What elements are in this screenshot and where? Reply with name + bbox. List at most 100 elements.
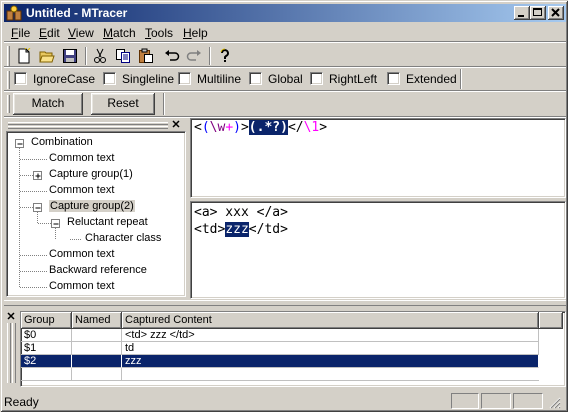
- about-button[interactable]: [214, 45, 236, 67]
- regex-token: <: [194, 120, 202, 135]
- reset-button[interactable]: Reset: [91, 93, 155, 115]
- singleline-checkbox[interactable]: [103, 72, 116, 85]
- rightleft-checkbox[interactable]: [310, 72, 323, 85]
- regex-token: >: [240, 120, 249, 135]
- tree-node-label[interactable]: Capture group(2): [49, 200, 135, 212]
- actions-toolbar-grip[interactable]: [7, 95, 10, 113]
- table-row[interactable]: $2 zzz: [21, 355, 539, 368]
- tree-node-label[interactable]: Capture group(1): [49, 168, 133, 180]
- open-button[interactable]: [36, 45, 58, 67]
- tree-collapse-toggle[interactable]: [15, 139, 24, 148]
- tree-node-label[interactable]: Combination: [31, 136, 93, 148]
- cell-content: td: [122, 342, 539, 355]
- multiline-label: Multiline: [197, 72, 242, 86]
- maximize-button[interactable]: [530, 6, 546, 20]
- regex-token: </: [287, 120, 304, 135]
- column-group-header[interactable]: Group: [21, 312, 72, 329]
- tree-node-label[interactable]: Character class: [85, 232, 161, 244]
- cell-group: $2: [21, 355, 72, 368]
- menu-edit[interactable]: Edit: [39, 26, 60, 40]
- menu-file-label: ile: [18, 26, 31, 40]
- cell-group: $1: [21, 342, 72, 355]
- table-row[interactable]: $1 td: [21, 342, 539, 355]
- input-line-2-after: </td>: [248, 222, 288, 237]
- redo-button[interactable]: [183, 45, 205, 67]
- menu-bar: File Edit View Match Tools Help: [4, 23, 566, 42]
- minimize-button[interactable]: [514, 6, 530, 20]
- title-bar[interactable]: Untitled - MTracer: [4, 4, 566, 22]
- extended-checkbox[interactable]: [387, 72, 400, 85]
- toolbar-grip[interactable]: [7, 46, 10, 66]
- cut-button[interactable]: [89, 45, 111, 67]
- tree-pane-grip[interactable]: [8, 122, 168, 125]
- status-text: Ready: [4, 395, 39, 409]
- input-line-2: <td>zzz</td>: [194, 221, 288, 238]
- global-label: Global: [268, 72, 303, 86]
- tree-node-label[interactable]: Common text: [49, 152, 114, 164]
- paste-button[interactable]: [135, 45, 157, 67]
- tree-pane-grip-2[interactable]: [8, 126, 168, 129]
- close-icon: [551, 8, 560, 17]
- application-window: Untitled - MTracer File Edit View Match …: [0, 0, 568, 412]
- tree-pane-header[interactable]: [6, 119, 186, 131]
- regex-editor[interactable]: <(\w+)>(.*?)</\1>: [190, 118, 566, 198]
- table-row[interactable]: $0 <td> zzz </td>: [21, 329, 539, 342]
- regex-selected-token: (.*?): [248, 120, 288, 135]
- ignorecase-checkbox[interactable]: [14, 72, 27, 85]
- new-button[interactable]: [13, 45, 35, 67]
- column-content-header[interactable]: Captured Content: [122, 312, 539, 329]
- tree-node-label[interactable]: Common text: [49, 248, 114, 260]
- menu-tools-label: ools: [151, 26, 174, 40]
- regex-expression: <(\w+)>(.*?)</\1>: [194, 120, 327, 136]
- menu-match[interactable]: Match: [103, 26, 136, 40]
- regex-token: \1: [303, 120, 320, 135]
- status-pane-2: [481, 393, 511, 409]
- close-button[interactable]: [548, 6, 564, 20]
- resize-grip[interactable]: [547, 395, 561, 409]
- tree-node-label[interactable]: Backward reference: [49, 264, 147, 276]
- tree-node-label[interactable]: Reluctant repeat: [67, 216, 148, 228]
- undo-button[interactable]: [161, 45, 183, 67]
- match-button[interactable]: Match: [13, 93, 83, 115]
- menu-tools[interactable]: Tools: [145, 26, 173, 40]
- singleline-label: Singleline: [122, 72, 175, 86]
- menu-view[interactable]: View: [68, 26, 94, 40]
- tree-collapse-toggle[interactable]: [33, 203, 42, 212]
- rightleft-label: RightLeft: [329, 72, 378, 86]
- save-button[interactable]: [59, 45, 81, 67]
- tree-expand-toggle[interactable]: [33, 171, 42, 180]
- app-icon[interactable]: [6, 5, 22, 21]
- results-table[interactable]: Group Named Captured Content $0 <td> zzz …: [20, 311, 566, 387]
- minus-icon: [53, 223, 59, 225]
- status-pane-3: [513, 393, 543, 409]
- menu-help[interactable]: Help: [183, 26, 208, 40]
- undo-icon: [165, 50, 180, 61]
- input-line-1: <a> xxx </a>: [194, 205, 288, 220]
- menu-file[interactable]: File: [11, 26, 30, 40]
- results-pane-close-button[interactable]: [6, 311, 16, 321]
- column-named-header[interactable]: Named: [72, 312, 122, 329]
- menu-separator: [4, 41, 566, 43]
- copy-button[interactable]: [112, 45, 134, 67]
- results-pane-grip-2[interactable]: [12, 323, 16, 383]
- results-splitter[interactable]: [4, 300, 566, 306]
- results-header: Group Named Captured Content: [21, 312, 565, 329]
- cell-content: zzz: [122, 355, 539, 368]
- tree-node-label[interactable]: Common text: [49, 184, 114, 196]
- multiline-checkbox[interactable]: [178, 72, 191, 85]
- resize-grip-icon: [549, 397, 561, 409]
- input-text-editor[interactable]: <a> xxx </a> <td>zzz</td>: [190, 201, 566, 299]
- tree-node-label[interactable]: Common text: [49, 280, 114, 292]
- about-icon: [220, 48, 229, 62]
- minus-icon: [17, 143, 23, 145]
- window-title: Untitled - MTracer: [26, 6, 128, 20]
- options-toolbar-grip[interactable]: [7, 71, 10, 89]
- tree-collapse-toggle[interactable]: [51, 219, 60, 228]
- tree-pane-close-button[interactable]: [171, 119, 181, 129]
- global-checkbox[interactable]: [249, 72, 262, 85]
- pattern-tree[interactable]: Combination Common text Capture group(1) Co…: [6, 131, 186, 297]
- menu-view-mnemonic: V: [68, 26, 76, 40]
- cell-group: $0: [21, 329, 72, 342]
- open-folder-icon: [39, 51, 55, 63]
- results-pane-grip[interactable]: [7, 323, 11, 383]
